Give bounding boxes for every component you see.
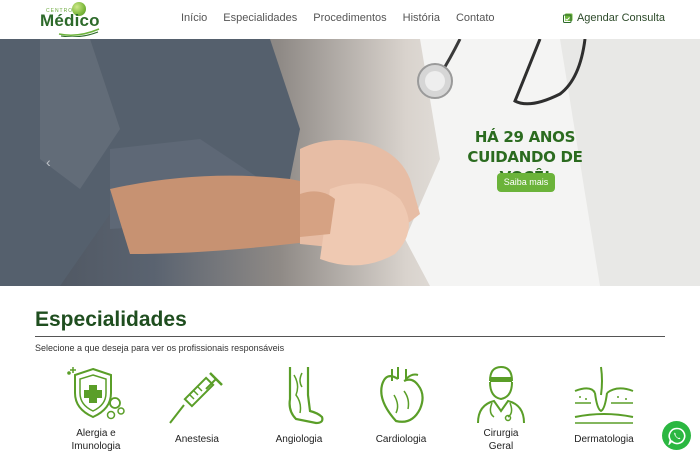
specialty-allergy-immunology[interactable]: Alergia e Imunologia (51, 365, 141, 452)
whatsapp-button[interactable] (662, 421, 691, 450)
specialty-label: Alergia e Imunologia (51, 427, 141, 453)
specialty-label-line1: Dermatologia (574, 434, 634, 445)
leg-veins-icon (288, 367, 324, 425)
specialties-title: Especialidades (35, 308, 187, 331)
specialty-label: Cirurgia Geral (456, 427, 546, 453)
specialty-general-surgery[interactable]: Cirurgia Geral (456, 365, 546, 452)
specialty-label: Cardiologia (356, 433, 446, 446)
surgeon-icon (477, 365, 525, 424)
calendar-check-icon (562, 13, 573, 23)
specialty-angiology[interactable]: Angiologia (254, 365, 344, 445)
specialties-subtitle: Selecione a que deseja para ver os profi… (35, 343, 285, 353)
nav-item-procedimentos[interactable]: Procedimentos (313, 12, 386, 24)
learn-more-button[interactable]: Saiba mais (497, 173, 555, 192)
allergy-shield-icon (67, 367, 125, 420)
specialty-label-line1: Angiologia (275, 434, 323, 445)
syringe-icon (169, 372, 223, 424)
schedule-appointment-label: Agendar Consulta (576, 12, 665, 24)
hero-title-line1: HÁ 29 ANOS (474, 128, 576, 146)
hero-banner: ‹ HÁ 29 ANOS CUIDANDO DE VOCÊ! Saiba mai… (0, 39, 700, 286)
specialty-label-line2: Imunologia (71, 441, 121, 452)
specialty-label-line2: Geral (488, 441, 514, 452)
specialty-label: Angiologia (254, 433, 344, 446)
nav-item-historia[interactable]: História (403, 12, 440, 24)
nav-item-especialidades[interactable]: Especialidades (223, 12, 297, 24)
specialty-dermatology[interactable]: Dermatologia (559, 365, 649, 445)
specialty-label-line1: Cardiologia (375, 434, 427, 445)
specialty-label: Dermatologia (559, 433, 649, 446)
specialty-label: Anestesia (152, 433, 242, 446)
skin-layers-icon (574, 366, 634, 424)
specialty-label-line1: Cirurgia (483, 428, 519, 439)
heart-icon (380, 367, 424, 423)
site-header: CENTRO Médico Início Especialidades Proc… (0, 0, 700, 39)
logo[interactable]: CENTRO Médico (40, 2, 106, 37)
specialty-label-line1: Alergia e (76, 428, 116, 439)
whatsapp-icon (667, 427, 685, 445)
nav-item-contato[interactable]: Contato (456, 12, 495, 24)
hero-photo (0, 39, 700, 286)
specialties-divider (35, 336, 665, 337)
carousel-prev-icon[interactable]: ‹ (46, 154, 51, 170)
logo-swoosh-icon (58, 28, 100, 37)
nav-item-inicio[interactable]: Início (181, 12, 207, 24)
specialty-cardiology[interactable]: Cardiologia (356, 365, 446, 445)
schedule-appointment-button[interactable]: Agendar Consulta (562, 12, 665, 24)
specialty-anesthesia[interactable]: Anestesia (152, 365, 242, 445)
specialty-label-line1: Anestesia (175, 434, 219, 445)
main-nav: Início Especialidades Procedimentos Hist… (181, 12, 511, 24)
